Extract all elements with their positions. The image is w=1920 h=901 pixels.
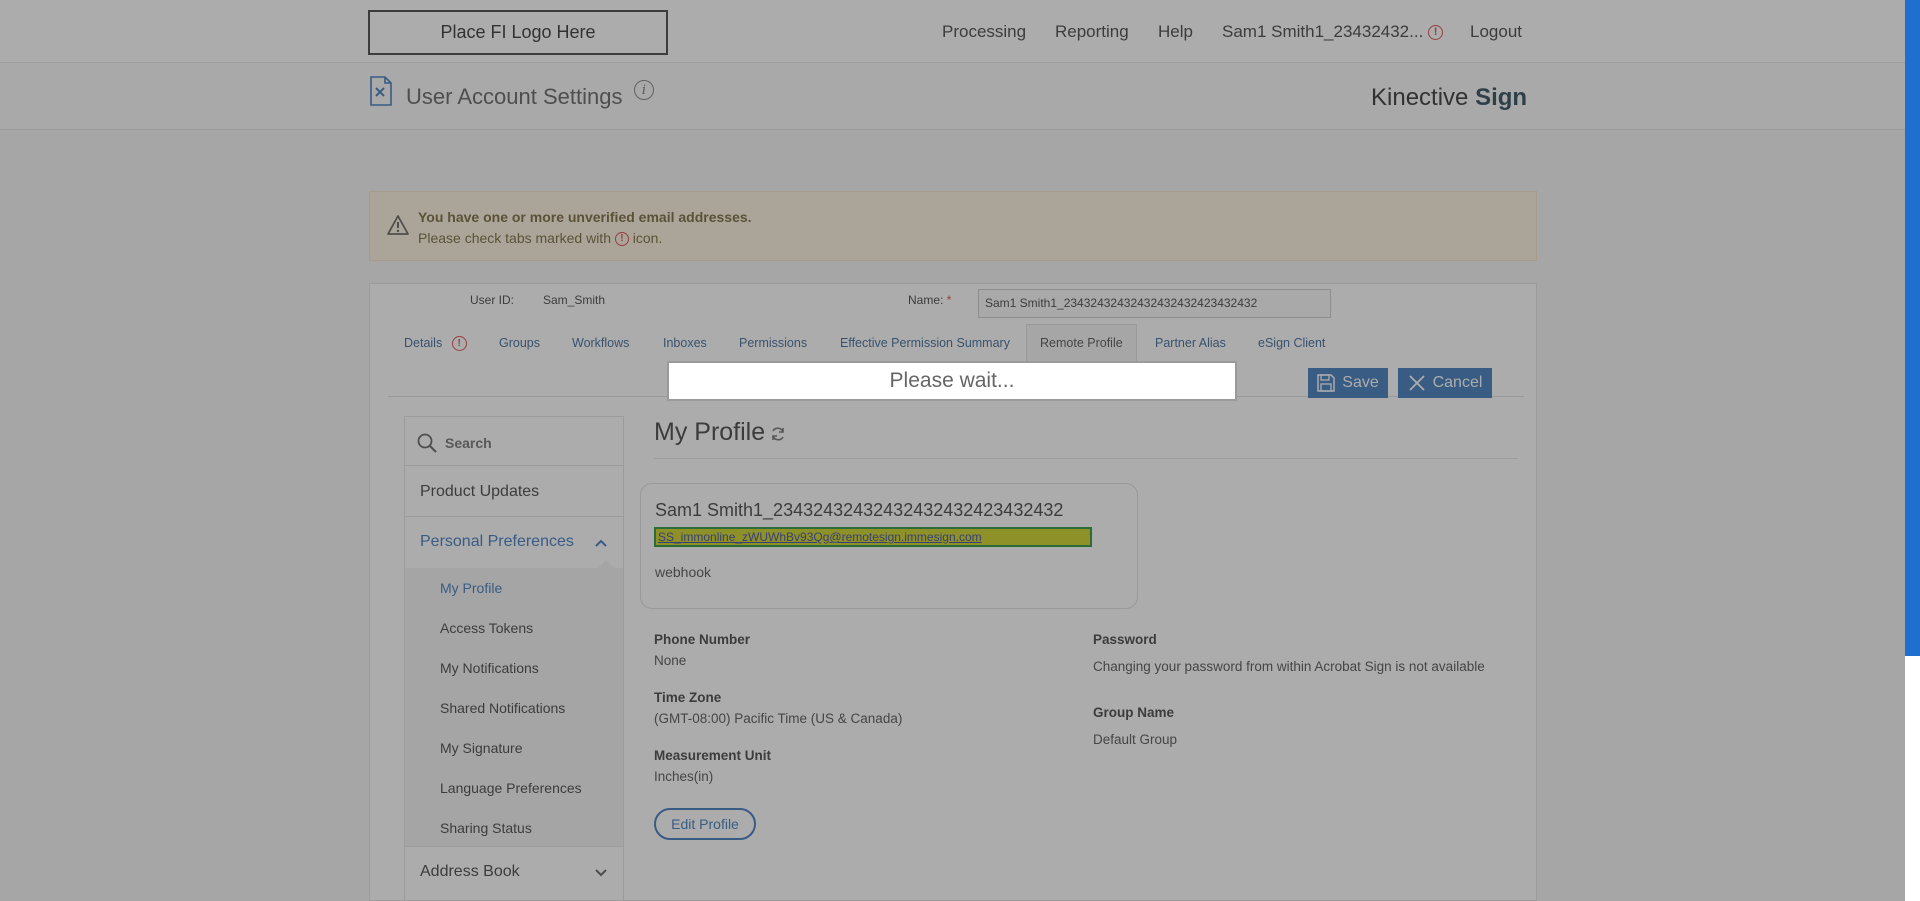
loading-overlay (0, 0, 1905, 901)
page-scrollbar-thumb[interactable] (1905, 0, 1920, 656)
please-wait-dialog: Please wait... (667, 361, 1237, 401)
